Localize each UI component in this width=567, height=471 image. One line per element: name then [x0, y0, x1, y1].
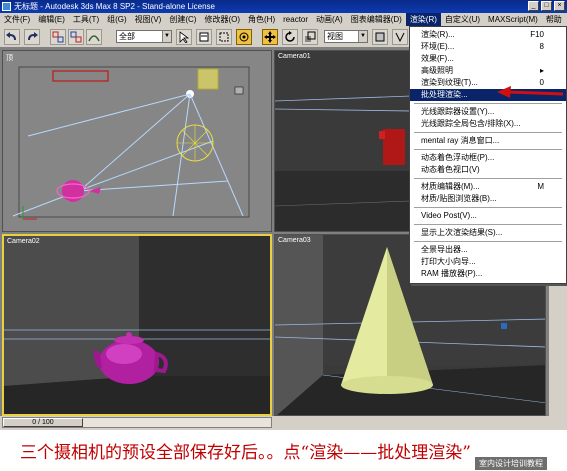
minimize-button[interactable]: _ [528, 1, 539, 11]
menu-item-show-last-render[interactable]: 显示上次渲染结果(S)... [410, 227, 566, 239]
menu-rendering[interactable]: 渲染(R) [405, 13, 441, 26]
redo-icon[interactable] [24, 29, 40, 45]
viewport-camera02[interactable]: Camera02 [2, 234, 272, 416]
menu-item-video-post[interactable]: Video Post(V)... [410, 210, 566, 222]
menu-item-ram-player[interactable]: RAM 播放器(P)... [410, 268, 566, 280]
menu-graph-editors[interactable]: 图表编辑器(D) [347, 13, 406, 26]
menu-separator [414, 207, 562, 208]
rendering-menu: 渲染(R)... F10 环境(E)... 8 效果(F)... 高级照明 ▸ 渲染到… [409, 26, 567, 284]
menu-file[interactable]: 文件(F) [0, 13, 34, 26]
menu-separator [414, 149, 562, 150]
snap-toggle-icon[interactable] [392, 29, 408, 45]
menu-tools[interactable]: 工具(T) [69, 13, 103, 26]
tutorial-caption: 三个摄相机的预设全部保存好后。。点“渲染——批处理渲染” 室内设计培训教程 [0, 430, 567, 471]
maximize-button[interactable]: □ [541, 1, 552, 11]
menu-item-material-browser[interactable]: 材质/贴图浏览器(B)... [410, 193, 566, 205]
menu-reactor[interactable]: reactor [279, 13, 312, 26]
pivot-center-icon[interactable] [372, 29, 388, 45]
viewport-top[interactable]: 顶 [2, 50, 272, 232]
menu-help[interactable]: 帮助 [542, 13, 566, 26]
menu-group[interactable]: 组(G) [103, 13, 131, 26]
selection-filter-dropdown[interactable]: 全部 ▼ [116, 30, 172, 43]
viewport-label-camera01[interactable]: Camera01 [278, 53, 311, 60]
camera02-scene [4, 236, 270, 414]
menu-item-effects[interactable]: 效果(F)... [410, 53, 566, 65]
close-button[interactable]: × [554, 1, 565, 11]
reference-coord-value: 视图 [327, 32, 343, 41]
menu-separator [414, 132, 562, 133]
menu-item-mental-ray-messages[interactable]: mental ray 消息窗口... [410, 135, 566, 147]
chevron-down-icon: ▼ [358, 31, 367, 42]
app-icon [2, 2, 11, 11]
menu-item-print-size-wizard[interactable]: 打印大小向导... [410, 256, 566, 268]
menu-item-panorama-exporter[interactable]: 全景导出器... [410, 244, 566, 256]
menu-item-material-editor[interactable]: 材质编辑器(M)... M [410, 181, 566, 193]
viewport-label-top[interactable]: 顶 [6, 53, 13, 63]
window-title: 无标题 - Autodesk 3ds Max 8 SP2 - Stand-alo… [14, 2, 215, 11]
timeline-bar: 0 / 100 [0, 416, 567, 430]
time-slider-knob[interactable]: 0 / 100 [3, 418, 83, 427]
viewport-label-camera02[interactable]: Camera02 [7, 238, 40, 245]
menu-maxscript[interactable]: MAXScript(M) [484, 13, 542, 26]
menu-bar: 文件(F) 编辑(E) 工具(T) 组(G) 视图(V) 创建(C) 修改器(O… [0, 13, 567, 26]
select-and-link-icon[interactable] [50, 29, 66, 45]
watermark: 室内设计培训教程 [475, 457, 547, 470]
menu-item-activeshade-viewport[interactable]: 动态着色视口(V) [410, 164, 566, 176]
menu-item-activeshade-floater[interactable]: 动态着色浮动框(P)... [410, 152, 566, 164]
menu-customize[interactable]: 自定义(U) [441, 13, 484, 26]
viewport-label-camera03[interactable]: Camera03 [278, 237, 311, 244]
menu-animation[interactable]: 动画(A) [312, 13, 347, 26]
menu-views[interactable]: 视图(V) [131, 13, 166, 26]
menu-item-raytracer-settings[interactable]: 光线跟踪器设置(Y)... [410, 106, 566, 118]
selection-filter-value: 全部 [119, 32, 135, 41]
menu-separator [414, 178, 562, 179]
title-bar: 无标题 - Autodesk 3ds Max 8 SP2 - Stand-alo… [0, 0, 567, 13]
menu-item-advanced-lighting[interactable]: 高级照明 ▸ [410, 65, 566, 77]
submenu-arrow-icon: ▸ [539, 66, 544, 75]
menu-separator [414, 103, 562, 104]
menu-modifiers[interactable]: 修改器(O) [200, 13, 244, 26]
bind-space-warp-icon[interactable] [86, 29, 102, 45]
top-view-scene [12, 66, 250, 220]
caption-text: 三个摄相机的预设全部保存好后。。点“渲染——批处理渲染” [20, 443, 471, 463]
select-and-rotate-icon[interactable] [282, 29, 298, 45]
select-and-scale-icon[interactable] [302, 29, 318, 45]
menu-edit[interactable]: 编辑(E) [34, 13, 69, 26]
red-arrow-icon [497, 86, 563, 98]
window-crossing-icon[interactable] [236, 29, 252, 45]
select-and-move-icon[interactable] [262, 29, 278, 45]
menu-item-environment[interactable]: 环境(E)... 8 [410, 41, 566, 53]
undo-icon[interactable] [4, 29, 20, 45]
menu-create[interactable]: 创建(C) [165, 13, 200, 26]
rectangular-selection-icon[interactable] [216, 29, 232, 45]
menu-separator [414, 241, 562, 242]
time-slider[interactable]: 0 / 100 [2, 417, 272, 428]
select-by-name-icon[interactable] [196, 29, 212, 45]
chevron-down-icon: ▼ [162, 31, 171, 42]
reference-coord-dropdown[interactable]: 视图 ▼ [324, 30, 368, 43]
menu-item-render[interactable]: 渲染(R)... F10 [410, 29, 566, 41]
menu-separator [414, 224, 562, 225]
select-object-icon[interactable] [176, 29, 192, 45]
menu-character[interactable]: 角色(H) [244, 13, 279, 26]
menu-item-raytrace-exclude[interactable]: 光线跟踪全局包含/排除(X)... [410, 118, 566, 130]
unlink-icon[interactable] [68, 29, 84, 45]
